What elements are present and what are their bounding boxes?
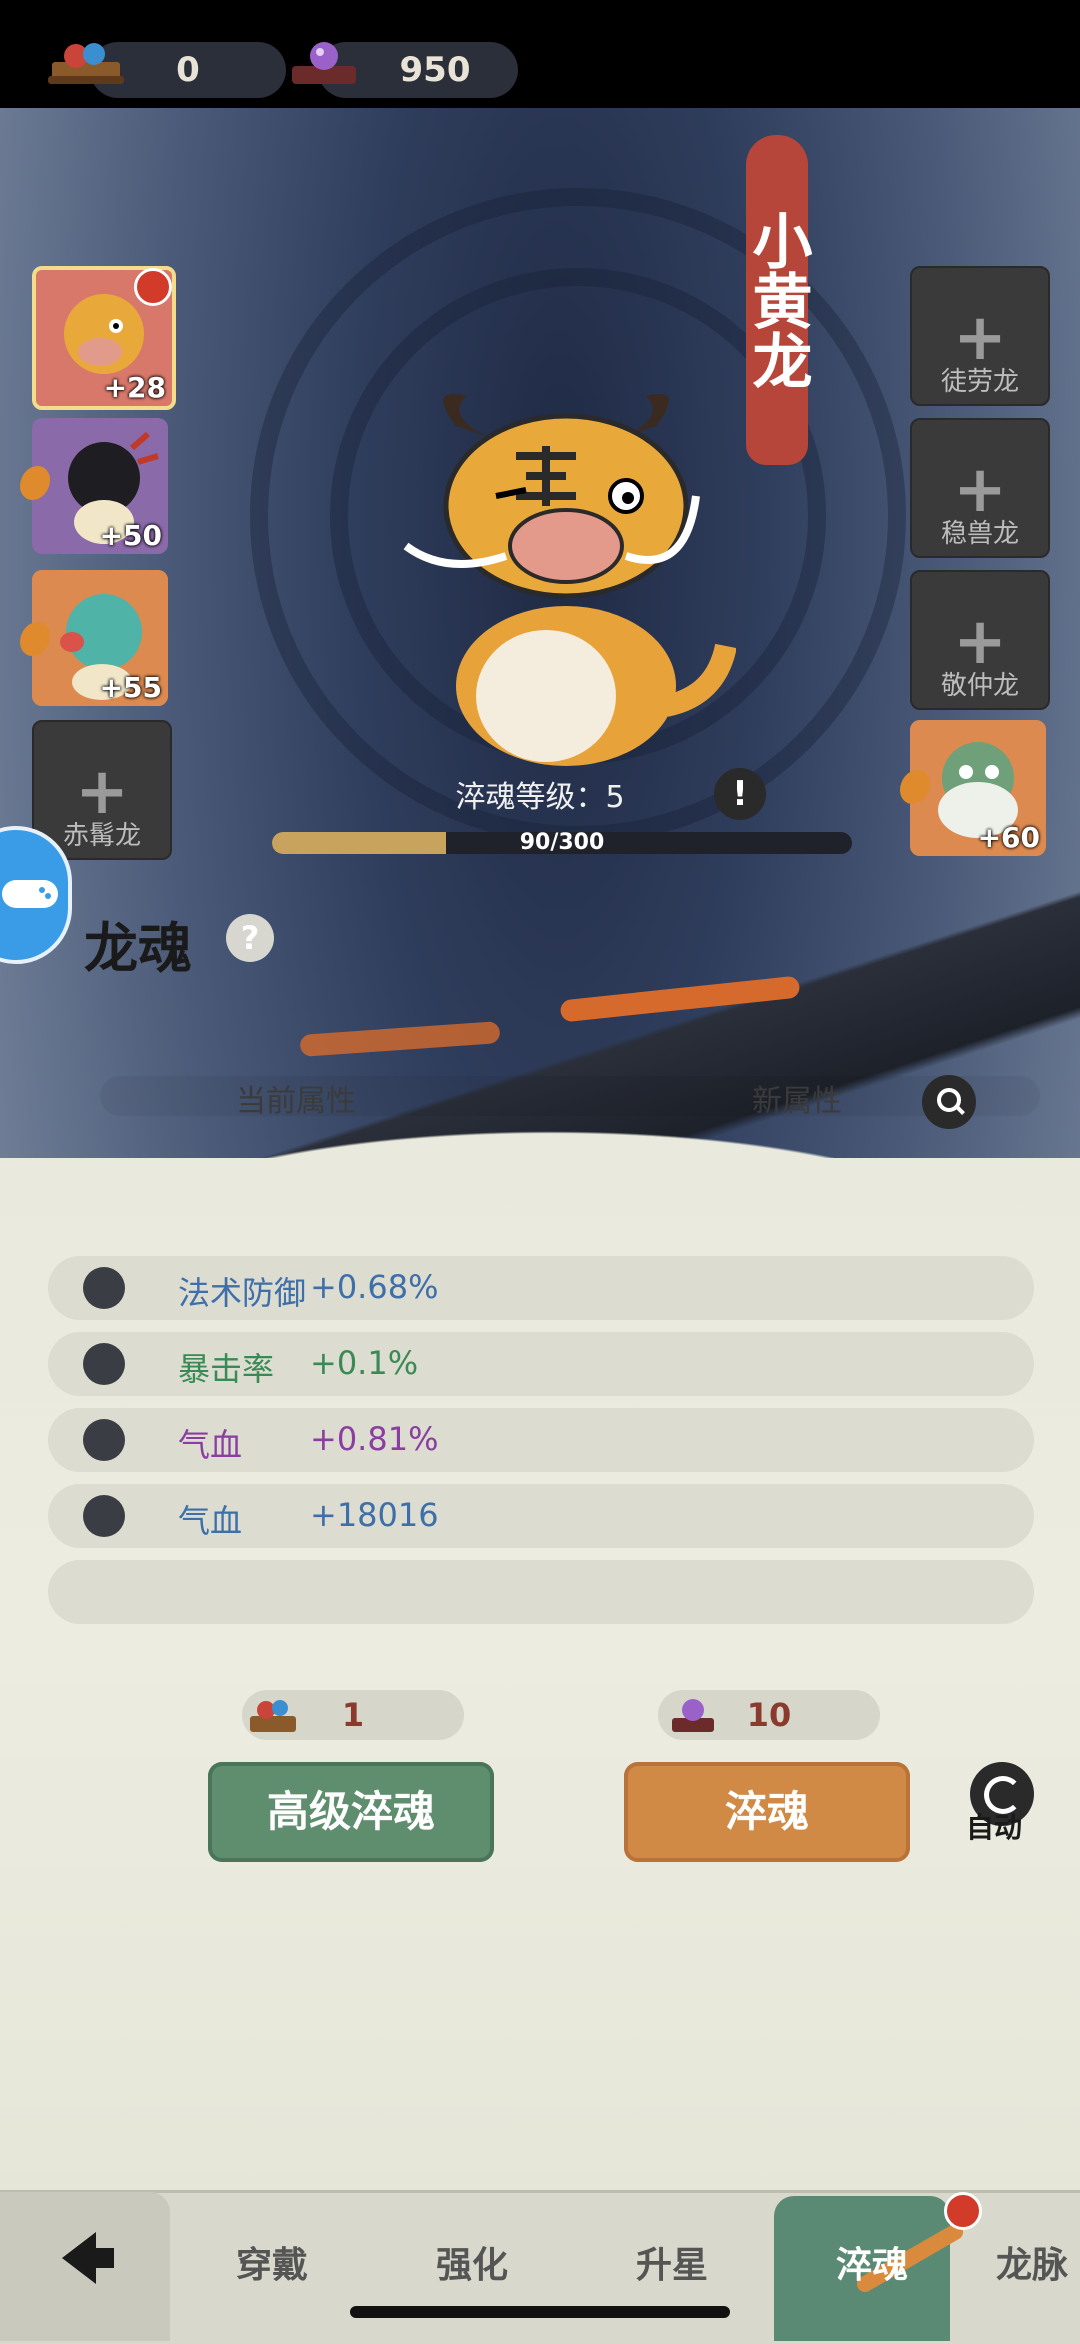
purple-orb-icon bbox=[672, 1699, 714, 1732]
back-arrow-icon bbox=[62, 2232, 96, 2284]
progress-text: 90/300 bbox=[519, 832, 605, 854]
home-indicator bbox=[350, 2306, 730, 2318]
tab-enhance[interactable]: 强化 bbox=[436, 2236, 508, 2288]
advanced-refine-button[interactable]: 高级淬魂 bbox=[208, 1762, 494, 1862]
gear-bullet-icon bbox=[86, 1498, 122, 1534]
attribute-value: +0.81% bbox=[310, 1420, 439, 1458]
dragon-character bbox=[403, 394, 736, 766]
slot-empty-jingzhong[interactable]: + 敬仲龙 bbox=[910, 570, 1050, 710]
help-question-icon[interactable]: ? bbox=[226, 914, 274, 962]
refine-progress-bar: 90/300 bbox=[272, 832, 852, 854]
purple-orb-icon bbox=[292, 42, 356, 84]
slot-dragon-black[interactable]: +50 bbox=[32, 418, 168, 554]
search-icon[interactable] bbox=[922, 1075, 976, 1129]
attribute-name: 法术防御 bbox=[178, 1274, 307, 1312]
currency-orb-value: 950 bbox=[399, 50, 471, 90]
attribute-value: +18016 bbox=[310, 1496, 439, 1534]
plus-icon: + bbox=[953, 453, 1007, 527]
slot-dragon-teal[interactable]: +55 bbox=[32, 570, 168, 706]
attribute-value: +0.68% bbox=[310, 1268, 439, 1306]
chest-stone-icon bbox=[48, 43, 124, 84]
slot-label: 敬仲龙 bbox=[940, 671, 1019, 701]
dragon-name-banner: 小黄龙 bbox=[742, 135, 812, 465]
refine-level-label: 淬魂等级：5 bbox=[455, 780, 625, 815]
slot-bonus: +28 bbox=[103, 371, 166, 404]
attribute-row-empty bbox=[48, 1560, 1034, 1624]
tab-wear[interactable]: 穿戴 bbox=[236, 2236, 308, 2288]
attribute-row: 暴击率 +0.1% bbox=[48, 1332, 1034, 1396]
slot-bonus: +55 bbox=[99, 671, 162, 704]
plus-icon: + bbox=[953, 605, 1007, 679]
notify-dot bbox=[944, 2192, 982, 2230]
chest-stone-icon bbox=[250, 1700, 296, 1732]
slot-empty-tulao[interactable]: + 徒劳龙 bbox=[910, 266, 1050, 406]
notify-dot bbox=[134, 268, 172, 306]
section-title: 龙魂 bbox=[84, 916, 192, 980]
normal-cost: 10 bbox=[746, 1696, 792, 1734]
gear-bullet-icon bbox=[86, 1270, 122, 1306]
new-attributes-header: 新属性 bbox=[752, 1084, 842, 1119]
currency-stone-value: 0 bbox=[176, 50, 200, 90]
dragon-name: 小黄龙 bbox=[742, 210, 812, 390]
attribute-name: 气血 bbox=[178, 1502, 243, 1540]
tab-refine-soul[interactable]: 淬魂 bbox=[836, 2236, 908, 2288]
gamepad-icon bbox=[2, 880, 58, 908]
plus-icon: + bbox=[953, 301, 1007, 375]
gear-bullet-icon bbox=[86, 1346, 122, 1382]
slot-bonus: +50 bbox=[99, 519, 162, 552]
attribute-name: 气血 bbox=[178, 1426, 243, 1464]
slot-empty-wenshou[interactable]: + 稳兽龙 bbox=[910, 418, 1050, 558]
info-exclamation-icon[interactable]: ! bbox=[714, 768, 766, 820]
current-attributes-header: 当前属性 bbox=[236, 1084, 356, 1119]
tab-star-up[interactable]: 升星 bbox=[636, 2236, 708, 2288]
attribute-row: 气血 +0.81% bbox=[48, 1408, 1034, 1472]
refine-button[interactable]: 淬魂 bbox=[624, 1762, 910, 1862]
slot-bonus: +60 bbox=[977, 821, 1040, 854]
attribute-name: 暴击率 bbox=[178, 1350, 275, 1388]
back-arrow-stem bbox=[92, 2248, 114, 2268]
advanced-cost: 1 bbox=[341, 1696, 365, 1734]
tab-dragon-vein[interactable]: 龙脉 bbox=[996, 2236, 1068, 2288]
slot-label: 徒劳龙 bbox=[940, 367, 1019, 397]
gear-bullet-icon bbox=[86, 1422, 122, 1458]
auto-label[interactable]: 自动 bbox=[966, 1806, 1022, 1846]
attribute-value: +0.1% bbox=[310, 1344, 419, 1382]
attribute-row: 气血 +18016 bbox=[48, 1484, 1034, 1548]
slot-label: 稳兽龙 bbox=[940, 519, 1019, 549]
attribute-row: 法术防御 +0.68% bbox=[48, 1256, 1034, 1320]
